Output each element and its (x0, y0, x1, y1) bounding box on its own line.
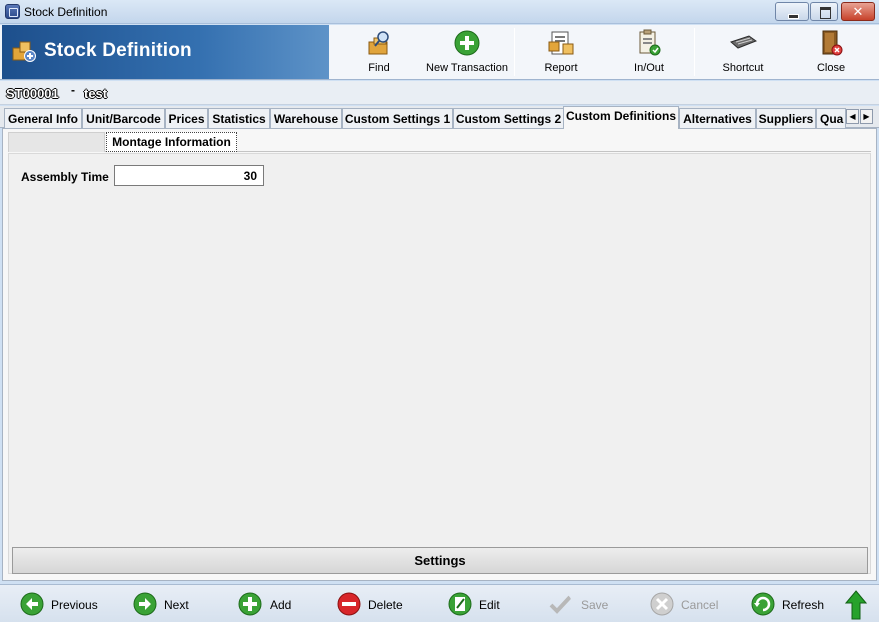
bottom-bar: Previous Next Add Delete Edit Save Cance… (0, 584, 879, 622)
banner-title: Stock Definition (44, 40, 192, 61)
tab-strip: General Info Unit/Barcode Prices Statist… (0, 106, 879, 129)
report-icon (548, 31, 574, 55)
window-title: Stock Definition (24, 5, 108, 19)
stock-code: ST00001 (6, 86, 59, 101)
close-icon: ✕ (852, 4, 864, 19)
scroll-top-button[interactable] (845, 590, 867, 620)
cancel-button[interactable]: Cancel (650, 591, 720, 619)
toolbar: Find New Transaction Report In/Out Short… (332, 25, 876, 79)
tab-prices[interactable]: Prices (165, 108, 208, 128)
subtab-montage-information[interactable]: Montage Information (106, 132, 237, 152)
edit-button[interactable]: Edit (448, 591, 508, 619)
close-window-button[interactable]: ✕ (841, 2, 875, 21)
assembly-time-input[interactable] (114, 165, 264, 186)
delete-button[interactable]: Delete (337, 591, 407, 619)
next-button[interactable]: Next (133, 591, 203, 619)
tab-custom-settings-1[interactable]: Custom Settings 1 (342, 108, 453, 128)
close-button[interactable]: Close (788, 25, 874, 79)
add-button[interactable]: Add (238, 591, 298, 619)
cancel-icon (650, 592, 674, 616)
stock-icon (12, 41, 36, 62)
toolbar-separator (514, 28, 515, 76)
tab-custom-settings-2[interactable]: Custom Settings 2 (453, 108, 564, 128)
title-bar: Stock Definition ✕ (0, 0, 879, 24)
in-out-button[interactable]: In/Out (606, 25, 692, 79)
tab-suppliers[interactable]: Suppliers (756, 108, 816, 128)
find-icon (368, 31, 389, 55)
arrow-right-icon (133, 592, 157, 616)
header: Stock Definition Find New Transaction Re… (0, 25, 879, 80)
plus-icon (238, 592, 262, 616)
edit-icon (448, 592, 472, 616)
app-icon (5, 4, 20, 19)
tab-custom-definitions[interactable]: Custom Definitions (563, 106, 679, 129)
arrow-up-icon (845, 590, 867, 620)
minimize-button[interactable] (775, 2, 809, 21)
keyboard-icon (730, 35, 757, 49)
add-circle-icon (454, 30, 480, 56)
banner: Stock Definition (2, 25, 329, 79)
tab-warehouse[interactable]: Warehouse (270, 108, 342, 128)
tab-general-info[interactable]: General Info (4, 108, 82, 128)
tab-quality[interactable]: Qua (816, 108, 846, 128)
toolbar-separator (694, 28, 695, 76)
save-button[interactable]: Save (548, 591, 610, 619)
exit-door-icon (822, 30, 843, 56)
settings-button[interactable]: Settings (12, 547, 868, 574)
record-bar: ST00001 - test (0, 81, 879, 105)
new-transaction-button[interactable]: New Transaction (424, 25, 510, 79)
find-button[interactable]: Find (336, 25, 422, 79)
refresh-icon (751, 592, 775, 616)
stock-name: test (84, 86, 108, 101)
montage-panel: Assembly Time Settings (8, 153, 871, 574)
tab-statistics[interactable]: Statistics (208, 108, 270, 128)
maximize-button[interactable] (810, 2, 838, 21)
subtab-bar: Montage Information (8, 132, 871, 152)
arrow-left-icon (20, 592, 44, 616)
tab-scroll-left-icon[interactable]: ◀ (846, 109, 859, 124)
tab-scroll-right-icon[interactable]: ▶ (860, 109, 873, 124)
shortcut-button[interactable]: Shortcut (700, 25, 786, 79)
checkmark-icon (549, 595, 572, 614)
tab-alternatives[interactable]: Alternatives (679, 108, 756, 128)
previous-button[interactable]: Previous (20, 591, 100, 619)
refresh-button[interactable]: Refresh (751, 591, 826, 619)
record-separator: - (71, 83, 75, 97)
minus-icon (337, 592, 361, 616)
report-button[interactable]: Report (518, 25, 604, 79)
tab-unit-barcode[interactable]: Unit/Barcode (82, 108, 165, 128)
tab-content: Montage Information Assembly Time Settin… (2, 128, 877, 581)
subtab-placeholder (8, 132, 105, 152)
assembly-time-label: Assembly Time (21, 170, 109, 184)
clipboard-icon (639, 29, 661, 56)
